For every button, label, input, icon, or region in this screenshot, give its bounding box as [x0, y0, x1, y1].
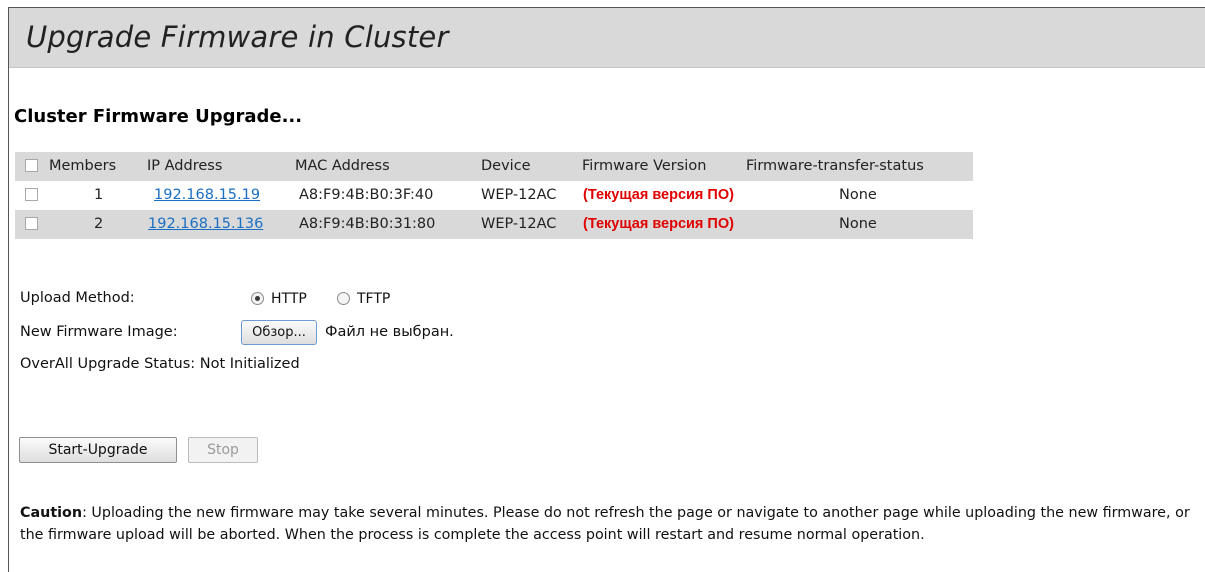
caution-text: : Uploading the new firmware may take se…: [20, 505, 1190, 543]
member-transfer-status: None: [839, 216, 877, 232]
table-row: 1 192.168.15.19 A8:F9:4B:B0:3F:40 WEP-12…: [15, 181, 973, 210]
browse-file-button[interactable]: Обзор...: [241, 320, 317, 345]
column-header-firmware-version: Firmware Version: [582, 158, 707, 174]
member-transfer-status: None: [839, 187, 877, 203]
member-mac: A8:F9:4B:B0:31:80: [299, 216, 436, 232]
column-header-device: Device: [481, 158, 531, 174]
tftp-radio[interactable]: [337, 292, 350, 305]
caution-label: Caution: [20, 505, 83, 521]
http-radio[interactable]: [251, 292, 264, 305]
file-status-text: Файл не выбран.: [325, 324, 454, 340]
column-header-mac-address: MAC Address: [295, 158, 390, 174]
column-header-transfer-status: Firmware-transfer-status: [746, 158, 924, 174]
member-mac: A8:F9:4B:B0:3F:40: [299, 187, 434, 203]
member-firmware-version: (Текущая версия ПО): [583, 216, 734, 232]
row-checkbox[interactable]: [25, 188, 38, 201]
page-frame: Upgrade Firmware in Cluster Cluster Firm…: [8, 7, 1205, 572]
firmware-image-label: New Firmware Image:: [20, 324, 178, 340]
table-header-row: Members IP Address MAC Address Device Fi…: [15, 152, 973, 181]
row-checkbox[interactable]: [25, 217, 38, 230]
table-row: 2 192.168.15.136 A8:F9:4B:B0:31:80 WEP-1…: [15, 210, 973, 239]
column-header-ip-address: IP Address: [147, 158, 223, 174]
column-header-members: Members: [49, 158, 117, 174]
member-ip-link[interactable]: 192.168.15.136: [148, 210, 263, 239]
member-device: WEP-12AC: [481, 216, 557, 232]
start-upgrade-button[interactable]: Start-Upgrade: [19, 437, 177, 463]
page-header: Upgrade Firmware in Cluster: [9, 8, 1205, 68]
tftp-radio-label[interactable]: TFTP: [357, 291, 390, 307]
member-ip-link[interactable]: 192.168.15.19: [154, 181, 260, 210]
member-firmware-version: (Текущая версия ПО): [583, 187, 734, 203]
http-radio-label[interactable]: HTTP: [271, 291, 307, 307]
member-device: WEP-12AC: [481, 187, 557, 203]
upload-method-label: Upload Method:: [20, 290, 135, 306]
section-title: Cluster Firmware Upgrade...: [14, 106, 303, 127]
page-title: Upgrade Firmware in Cluster: [26, 20, 449, 54]
overall-upgrade-status: OverAll Upgrade Status: Not Initialized: [20, 356, 300, 372]
member-number: 1: [94, 187, 104, 203]
select-all-checkbox[interactable]: [25, 159, 38, 172]
stop-button[interactable]: Stop: [188, 437, 258, 463]
member-number: 2: [94, 216, 104, 232]
caution-note: Caution: Uploading the new firmware may …: [20, 502, 1202, 546]
cluster-members-table: Members IP Address MAC Address Device Fi…: [15, 152, 973, 239]
